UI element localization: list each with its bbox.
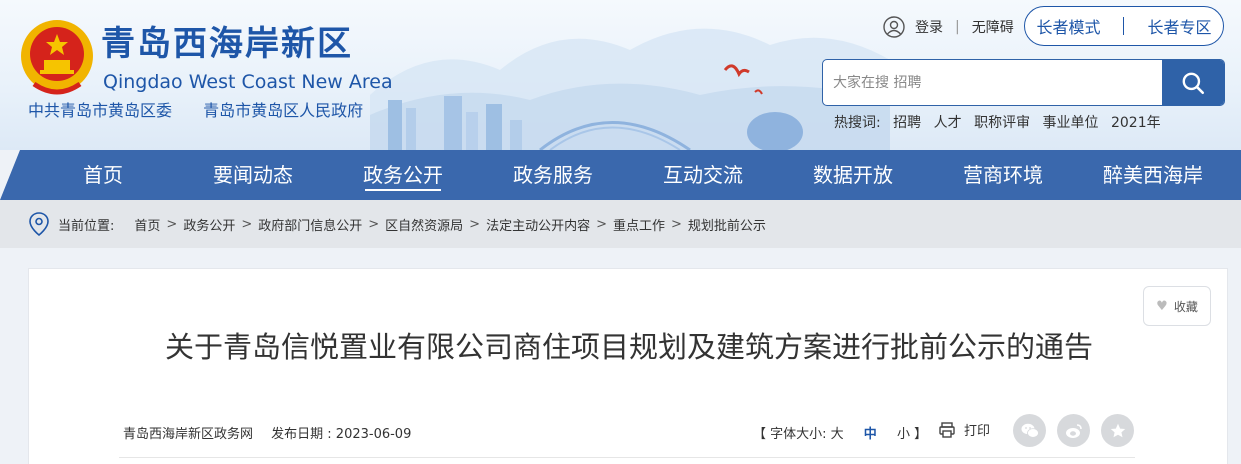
breadcrumb-item[interactable]: 重点工作 bbox=[613, 215, 665, 234]
nav-item-news[interactable]: 要闻动态 bbox=[178, 150, 328, 200]
hot-word[interactable]: 人才 bbox=[934, 115, 962, 131]
elder-zone-button[interactable]: 长者专区 bbox=[1147, 14, 1211, 38]
heart-icon: ♥ bbox=[1156, 298, 1168, 314]
hot-word[interactable]: 2021年 bbox=[1111, 115, 1161, 131]
font-size-control: 【 字体大小: 大 中 小 】 bbox=[753, 423, 927, 442]
favorite-label: 收藏 bbox=[1173, 299, 1198, 314]
main-nav: 首页 要闻动态 政务公开 政务服务 互动交流 数据开放 营商环境 醉美西海岸 bbox=[0, 150, 1241, 200]
government-link[interactable]: 青岛市黄岛区人民政府 bbox=[203, 101, 363, 120]
breadcrumb-separator: > bbox=[166, 216, 178, 232]
nav-item-interaction[interactable]: 互动交流 bbox=[628, 150, 778, 200]
nav-item-home[interactable]: 首页 bbox=[28, 150, 178, 200]
site-title: 青岛西海岸新区 bbox=[101, 24, 353, 64]
site-header: 青岛西海岸新区 Qingdao West Coast New Area 中共青岛… bbox=[0, 0, 1241, 150]
hot-label: 热搜词: bbox=[834, 115, 881, 131]
hot-word[interactable]: 事业单位 bbox=[1043, 115, 1099, 131]
star-icon bbox=[1110, 423, 1125, 437]
nav-item-gov-affairs[interactable]: 政务公开 bbox=[328, 150, 478, 200]
print-button[interactable]: 打印 bbox=[938, 420, 990, 439]
article-title: 关于青岛信悦置业有限公司商住项目规划及建筑方案进行批前公示的通告 bbox=[164, 330, 1093, 364]
breadcrumb-item[interactable]: 法定主动公开内容 bbox=[486, 215, 590, 234]
hot-words: 热搜词: 招聘 人才 职称评审 事业单位 2021年 bbox=[834, 114, 1169, 132]
font-size-large[interactable]: 【 字体大小: 大 bbox=[753, 427, 844, 442]
weibo-icon bbox=[1065, 423, 1082, 438]
location-pin-icon bbox=[29, 212, 49, 237]
hot-word[interactable]: 招聘 bbox=[893, 115, 921, 131]
breadcrumb-item[interactable]: 政府部门信息公开 bbox=[258, 215, 362, 234]
nav-item-services[interactable]: 政务服务 bbox=[478, 150, 628, 200]
breadcrumb-item[interactable]: 区自然资源局 bbox=[385, 215, 463, 234]
accessibility-link[interactable]: 无障碍 bbox=[972, 17, 1014, 37]
font-size-medium[interactable]: 中 bbox=[864, 427, 877, 442]
divider bbox=[1123, 17, 1125, 35]
breadcrumb-separator: > bbox=[596, 216, 607, 232]
wechat-icon bbox=[1021, 423, 1039, 438]
search-input[interactable] bbox=[823, 60, 1162, 105]
breadcrumb-separator: > bbox=[469, 216, 481, 232]
party-committee-link[interactable]: 中共青岛市黄岛区委 bbox=[28, 101, 172, 120]
article-source: 青岛西海岸新区政务网 bbox=[123, 427, 254, 442]
nav-item-scenery[interactable]: 醉美西海岸 bbox=[1078, 150, 1228, 200]
gov-links: 中共青岛市黄岛区委 青岛市黄岛区人民政府 bbox=[28, 101, 389, 121]
share-wechat-button[interactable] bbox=[1013, 414, 1046, 447]
breadcrumb-item[interactable]: 首页 bbox=[134, 215, 160, 234]
search-button[interactable] bbox=[1162, 60, 1224, 105]
elder-mode-button[interactable]: 长者模式 bbox=[1036, 14, 1100, 38]
breadcrumb-separator: > bbox=[241, 216, 253, 232]
breadcrumb: 当前位置: 首页 > 政务公开 > 政府部门信息公开 > 区自然资源局 > 法定… bbox=[0, 200, 1241, 248]
nav-item-open-data[interactable]: 数据开放 bbox=[778, 150, 928, 200]
hot-word[interactable]: 职称评审 bbox=[974, 115, 1030, 131]
breadcrumb-separator: > bbox=[671, 216, 682, 232]
share-favorite-button[interactable] bbox=[1101, 414, 1134, 447]
breadcrumb-separator: > bbox=[368, 216, 380, 232]
article-date: 发布日期 : 2023-06-09 bbox=[271, 427, 412, 442]
user-icon bbox=[883, 16, 905, 38]
user-box: 登录 | 无障碍 bbox=[883, 14, 1014, 40]
favorite-button[interactable]: ♥ 收藏 bbox=[1143, 286, 1211, 326]
search-icon bbox=[1182, 72, 1205, 94]
nav-item-business[interactable]: 营商环境 bbox=[928, 150, 1078, 200]
share-weibo-button[interactable] bbox=[1057, 414, 1090, 447]
breadcrumb-item[interactable]: 政务公开 bbox=[183, 215, 235, 234]
divider: | bbox=[955, 19, 960, 35]
site-subtitle: Qingdao West Coast New Area bbox=[103, 71, 393, 93]
search-box bbox=[822, 59, 1225, 106]
login-link[interactable]: 登录 bbox=[915, 17, 943, 37]
meta-divider bbox=[119, 457, 1135, 458]
font-size-small[interactable]: 小 】 bbox=[897, 427, 927, 442]
printer-icon bbox=[939, 421, 955, 438]
print-label: 打印 bbox=[964, 424, 991, 439]
breadcrumb-label: 当前位置: bbox=[58, 218, 115, 234]
breadcrumb-item[interactable]: 规划批前公示 bbox=[688, 215, 766, 234]
article-meta: 青岛西海岸新区政务网 发布日期 : 2023-06-09 bbox=[123, 423, 411, 442]
article-card: ♥ 收藏 关于青岛信悦置业有限公司商住项目规划及建筑方案进行批前公示的通告 青岛… bbox=[28, 268, 1228, 464]
national-emblem-icon bbox=[21, 20, 93, 95]
elder-mode-box: 长者模式 长者专区 bbox=[1024, 6, 1224, 46]
city-skyline-illustration bbox=[370, 28, 890, 150]
